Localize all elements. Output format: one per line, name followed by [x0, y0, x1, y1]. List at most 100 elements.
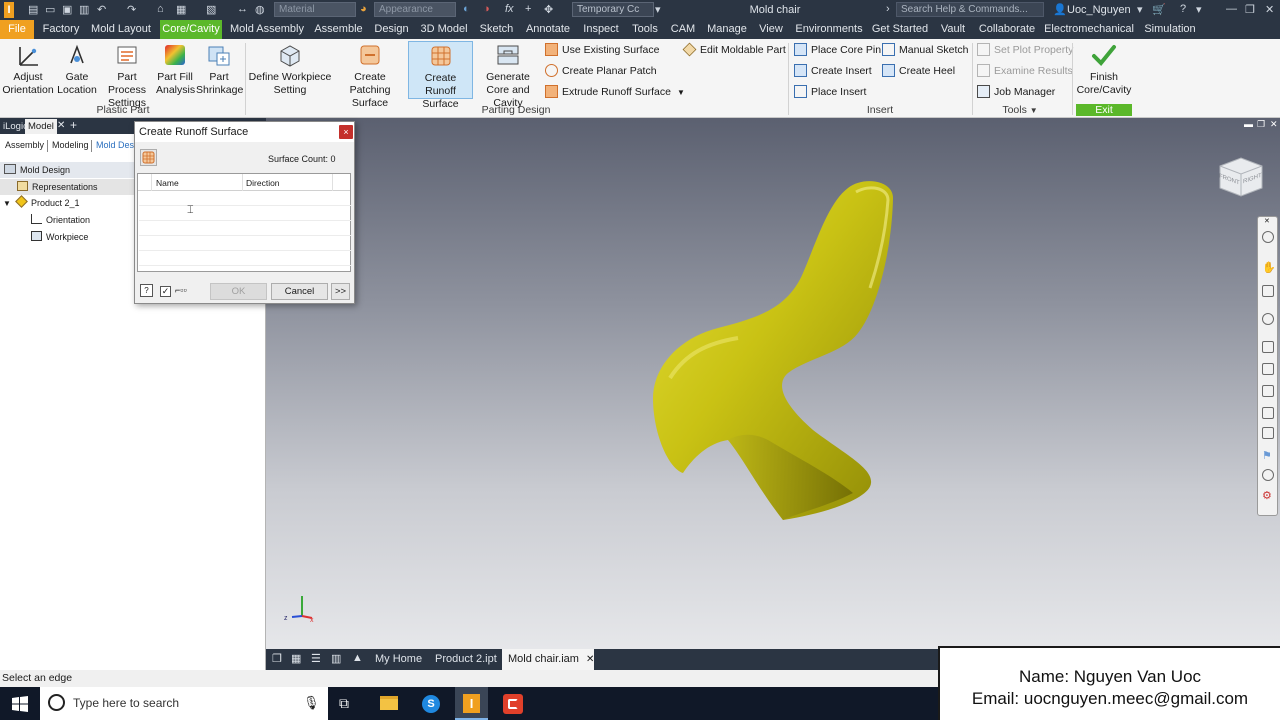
tab-electromechanical[interactable]: Electromechanical: [1043, 20, 1135, 39]
tab-simulation[interactable]: Simulation: [1141, 20, 1199, 39]
move-icon[interactable]: ✥: [544, 3, 553, 17]
tab-factory[interactable]: Factory: [40, 20, 82, 39]
help-icon[interactable]: ?: [1180, 3, 1186, 17]
undo-icon[interactable]: ↶: [97, 3, 106, 17]
doc-tab-mold-chair[interactable]: Mold chair.iam ✕: [502, 649, 594, 670]
save-icon[interactable]: ▣: [62, 3, 72, 17]
update-icon[interactable]: ▦: [176, 3, 186, 17]
preview-checkbox[interactable]: ✓: [160, 286, 171, 297]
dialog-close-button[interactable]: ×: [339, 125, 353, 139]
view-representation-select[interactable]: Temporary Cc: [572, 2, 654, 17]
chevron-down-icon[interactable]: ▾: [1196, 3, 1202, 17]
close-icon[interactable]: ✕: [1265, 3, 1274, 17]
chair-model[interactable]: [638, 168, 898, 528]
tab-environments[interactable]: Environments: [793, 20, 865, 39]
table-row[interactable]: [139, 222, 351, 236]
ok-button[interactable]: OK: [210, 283, 267, 300]
look-at-icon[interactable]: ⚑: [1262, 449, 1274, 462]
create-planar-patch-button[interactable]: Create Planar Patch: [545, 62, 657, 80]
doc-tab-product-2[interactable]: Product 2.ipt: [429, 649, 503, 670]
chevron-right-icon[interactable]: ›: [886, 3, 890, 17]
home-icon[interactable]: ⌂: [157, 3, 164, 17]
windows-start-icon[interactable]: [12, 696, 28, 712]
tab-menu-icon[interactable]: ▲: [352, 652, 363, 664]
subtab-modeling[interactable]: Modeling: [52, 140, 89, 150]
create-heel-button[interactable]: Create Heel: [882, 62, 955, 80]
generate-core-and-cavity-button[interactable]: Generate Core and Cavity: [475, 41, 541, 109]
task-view-icon[interactable]: ⧉: [339, 695, 349, 712]
zoom-window-icon[interactable]: [1262, 363, 1274, 375]
tab-inspect[interactable]: Inspect: [579, 20, 623, 39]
clear-appearance-icon[interactable]: ◑: [483, 3, 490, 17]
use-existing-surface-button[interactable]: Use Existing Surface: [545, 41, 659, 59]
new-icon[interactable]: ▤: [28, 3, 38, 17]
tab-tools[interactable]: Tools: [629, 20, 661, 39]
user-name[interactable]: Uoc_Nguyen: [1067, 4, 1131, 16]
inventor-taskbar-button[interactable]: I: [455, 687, 488, 720]
tab-mold-assembly[interactable]: Mold Assembly: [228, 20, 306, 39]
tab-collaborate[interactable]: Collaborate: [977, 20, 1037, 39]
table-row[interactable]: [139, 237, 351, 251]
adjust-orientation-button[interactable]: Adjust Orientation: [2, 41, 54, 99]
close-icon[interactable]: ✕: [586, 654, 594, 665]
add-tab-icon[interactable]: +: [70, 118, 77, 132]
appearance-select[interactable]: Appearance: [374, 2, 456, 17]
create-runoff-surface-button[interactable]: Create Runoff Surface: [408, 41, 473, 110]
subtab-mold-design[interactable]: Mold Desi: [96, 140, 136, 150]
tab-view[interactable]: View: [755, 20, 787, 39]
col-header-name[interactable]: Name: [156, 178, 179, 188]
edit-moldable-part-button[interactable]: Edit Moldable Part: [682, 41, 786, 59]
extrude-runoff-surface-button[interactable]: Extrude Runoff Surface ▼: [545, 83, 685, 101]
tab-get-started[interactable]: Get Started: [871, 20, 929, 39]
create-insert-button[interactable]: Create Insert: [794, 62, 872, 80]
table-row[interactable]: [139, 192, 351, 206]
table-row[interactable]: [139, 252, 351, 266]
arrange-vertical-icon[interactable]: ▥: [331, 652, 341, 665]
measure-icon[interactable]: ↔: [237, 3, 248, 17]
tree-item-product[interactable]: ▼ Product 2_1: [0, 195, 80, 211]
chevron-down-icon[interactable]: ▼: [3, 196, 13, 212]
set-plot-property-button[interactable]: Set Plot Property: [977, 41, 1073, 59]
gate-location-button[interactable]: Gate Location: [56, 41, 98, 99]
parameters-icon[interactable]: fx: [505, 3, 514, 17]
chevron-down-icon[interactable]: ▾: [655, 3, 661, 17]
tree-item-workpiece[interactable]: Workpiece: [0, 229, 88, 245]
orbit-icon[interactable]: [1262, 313, 1274, 325]
surface-table[interactable]: Name Direction ⌶: [137, 173, 351, 272]
close-icon[interactable]: ✕: [1264, 217, 1270, 225]
manual-sketch-button[interactable]: Manual Sketch: [882, 41, 968, 59]
select-surface-button[interactable]: [140, 149, 157, 166]
cancel-button[interactable]: Cancel: [271, 283, 328, 300]
tab-sketch[interactable]: Sketch: [476, 20, 517, 39]
redo-icon[interactable]: ↷: [127, 3, 136, 17]
table-row[interactable]: [139, 207, 351, 221]
tab-manage[interactable]: Manage: [705, 20, 749, 39]
arrange-horizontal-icon[interactable]: ☰: [311, 652, 321, 665]
create-patching-surface-button[interactable]: Create Patching Surface: [334, 41, 406, 109]
col-header-direction[interactable]: Direction: [246, 178, 280, 188]
part-fill-analysis-button[interactable]: Part Fill Analysis: [156, 41, 195, 99]
cart-icon[interactable]: 🛒: [1152, 3, 1166, 17]
adjust-appearance-icon[interactable]: ◐: [463, 3, 470, 17]
inventor-logo-icon[interactable]: I: [4, 2, 14, 18]
settings-icon[interactable]: ⚙: [1262, 489, 1274, 502]
tab-core-cavity[interactable]: Core/Cavity: [160, 20, 222, 39]
chevron-down-icon[interactable]: ▾: [1137, 3, 1143, 17]
help-button[interactable]: ?: [140, 284, 153, 297]
view-face-icon[interactable]: [1262, 341, 1274, 353]
material-select[interactable]: Material: [274, 2, 356, 17]
group-label-tools[interactable]: Tools ▼: [990, 104, 1050, 116]
skype-icon[interactable]: S: [422, 695, 440, 713]
place-insert-button[interactable]: Place Insert: [794, 83, 866, 101]
viewcube[interactable]: FRONT RIGHT: [1216, 154, 1266, 200]
part-process-settings-button[interactable]: Part Process Settings: [100, 41, 154, 109]
close-icon[interactable]: ✕: [1270, 119, 1278, 130]
tab-cam[interactable]: CAM: [667, 20, 699, 39]
tab-mold-layout[interactable]: Mold Layout: [88, 20, 154, 39]
restore-icon[interactable]: ❐: [1257, 119, 1265, 130]
user-icon[interactable]: 👤: [1053, 3, 1067, 17]
expand-button[interactable]: >>: [331, 283, 350, 300]
file-explorer-icon[interactable]: [380, 696, 398, 710]
subtab-assembly[interactable]: Assembly: [5, 140, 44, 150]
part-shrinkage-button[interactable]: Part Shrinkage: [196, 41, 243, 99]
